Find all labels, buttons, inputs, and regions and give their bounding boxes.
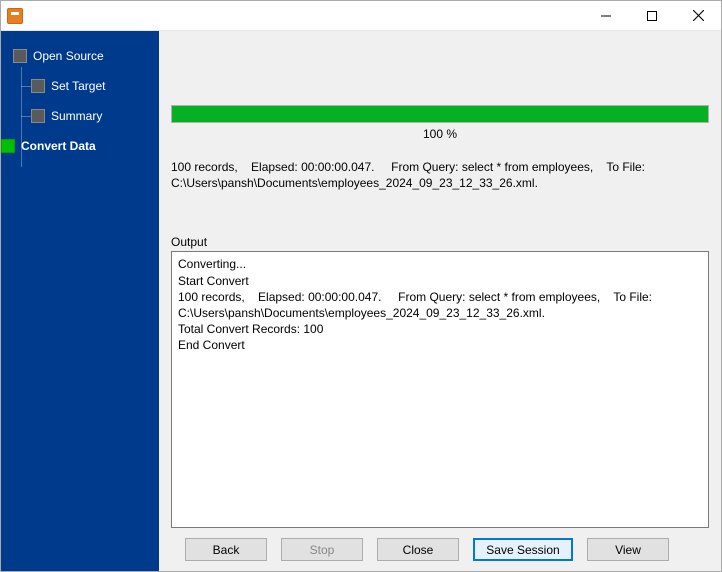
progress-bar <box>171 105 709 123</box>
progress-label: 100 % <box>171 127 709 141</box>
maximize-button[interactable] <box>629 1 675 31</box>
sidebar-item-label: Set Target <box>51 79 105 93</box>
sidebar-item-label: Open Source <box>33 49 104 63</box>
progress-fill <box>172 106 708 122</box>
wizard-sidebar: Open Source Set Target Summary Convert D… <box>1 31 159 571</box>
sidebar-item-label: Summary <box>51 109 102 123</box>
sidebar-item-convert-data[interactable]: Convert Data <box>1 131 159 161</box>
step-box-icon <box>31 109 45 123</box>
save-session-button[interactable]: Save Session <box>473 538 573 561</box>
summary-text: 100 records, Elapsed: 00:00:00.047. From… <box>171 159 709 191</box>
button-row: Back Stop Close Save Session View <box>171 528 709 563</box>
app-icon <box>7 8 23 24</box>
view-button[interactable]: View <box>587 538 669 561</box>
sidebar-item-summary[interactable]: Summary <box>13 101 159 131</box>
step-box-icon <box>13 49 27 63</box>
minimize-button[interactable] <box>583 1 629 31</box>
step-box-icon <box>31 79 45 93</box>
sidebar-item-set-target[interactable]: Set Target <box>13 71 159 101</box>
back-button[interactable]: Back <box>185 538 267 561</box>
titlebar <box>1 1 721 31</box>
output-label: Output <box>171 235 709 249</box>
sidebar-item-label: Convert Data <box>21 139 96 153</box>
close-button[interactable] <box>675 1 721 31</box>
step-box-icon <box>1 139 15 153</box>
sidebar-item-open-source[interactable]: Open Source <box>13 41 159 71</box>
content-panel: 100 % 100 records, Elapsed: 00:00:00.047… <box>159 31 721 571</box>
stop-button: Stop <box>281 538 363 561</box>
output-textarea[interactable]: Converting... Start Convert 100 records,… <box>171 251 709 528</box>
close-dialog-button[interactable]: Close <box>377 538 459 561</box>
